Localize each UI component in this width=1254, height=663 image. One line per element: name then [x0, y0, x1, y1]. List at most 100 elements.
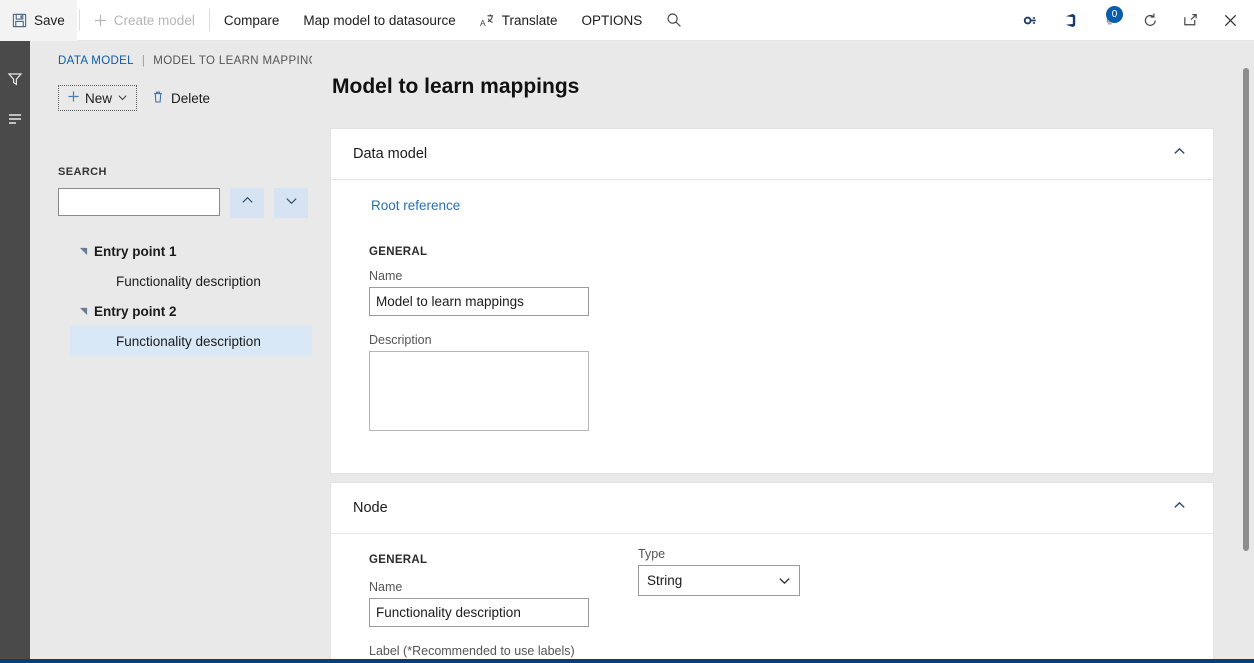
data-model-description-field: Description — [369, 333, 589, 436]
data-model-name-input[interactable] — [369, 287, 589, 316]
search-row — [58, 188, 308, 218]
translate-button-label: Translate — [502, 13, 558, 28]
node-type-select[interactable]: String — [638, 565, 800, 596]
node-card-header[interactable]: Node — [331, 483, 1213, 534]
translate-icon: A — [480, 13, 495, 28]
main-vertical-scrollbar[interactable] — [1238, 41, 1254, 659]
settings-icon[interactable] — [1010, 0, 1050, 41]
options-button-label: OPTIONS — [581, 13, 642, 28]
node-name-input[interactable] — [369, 598, 589, 627]
search-icon — [666, 12, 682, 28]
node-card: Node GENERAL Name Label (*Recommende — [330, 482, 1214, 659]
notification-badge: 0 — [1106, 6, 1123, 23]
create-model-button-label: Create model — [114, 13, 195, 28]
data-model-card-header[interactable]: Data model — [331, 129, 1213, 180]
options-button[interactable]: OPTIONS — [569, 0, 654, 41]
office-icon[interactable] — [1050, 0, 1090, 41]
compare-button[interactable]: Compare — [212, 0, 292, 41]
node-type-field: Type String — [638, 547, 800, 596]
left-navigation-panel: DATA MODEL | MODEL TO LEARN MAPPINGS : 1… — [30, 41, 312, 659]
data-model-name-label: Name — [369, 269, 589, 283]
search-previous-button[interactable] — [230, 188, 264, 218]
breadcrumb: DATA MODEL | MODEL TO LEARN MAPPINGS : 1 — [58, 55, 343, 67]
data-model-card-body: Root reference GENERAL Name Description — [331, 180, 1213, 215]
data-model-description-textarea[interactable] — [369, 351, 589, 431]
top-command-bar: Save Create model Compare Map model to d… — [0, 0, 1254, 41]
toolbar-right-icons: 0 — [1010, 0, 1254, 41]
breadcrumb-data-model-link[interactable]: DATA MODEL — [58, 55, 134, 67]
node-label-label: Label (*Recommended to use labels) — [369, 644, 589, 658]
tree-node-functionality-description-1[interactable]: Functionality description — [70, 266, 312, 296]
node-type-label: Type — [638, 547, 800, 561]
data-model-collapse-button[interactable] — [1165, 140, 1193, 168]
map-model-to-datasource-button[interactable]: Map model to datasource — [291, 0, 467, 41]
toolbar-search-button[interactable] — [654, 0, 694, 41]
plus-icon — [94, 14, 107, 27]
new-button[interactable]: New — [58, 85, 137, 111]
chevron-up-icon — [1172, 498, 1187, 518]
compare-button-label: Compare — [224, 13, 280, 28]
refresh-icon[interactable] — [1130, 0, 1170, 41]
save-icon — [12, 13, 27, 28]
node-collapse-button[interactable] — [1165, 494, 1193, 522]
create-model-button[interactable]: Create model — [82, 0, 207, 41]
close-icon[interactable] — [1210, 0, 1250, 41]
delete-button[interactable]: Delete — [145, 86, 216, 111]
toolbar-divider-2 — [209, 9, 210, 31]
translate-button[interactable]: A Translate — [468, 0, 570, 41]
search-label: SEARCH — [58, 166, 107, 178]
tree-node-label: Functionality description — [116, 334, 261, 349]
application-window: Save Create model Compare Map model to d… — [0, 0, 1254, 663]
tree-node-label: Entry point 1 — [94, 244, 177, 259]
popout-icon[interactable] — [1170, 0, 1210, 41]
data-model-name-field: Name — [369, 269, 589, 316]
list-icon — [7, 111, 23, 132]
node-general-header: GENERAL — [369, 554, 427, 566]
notifications-icon[interactable]: 0 — [1090, 0, 1130, 41]
filter-icon — [7, 71, 23, 92]
data-model-description-label: Description — [369, 333, 589, 347]
bottom-status-bar — [0, 659, 1254, 663]
map-model-to-datasource-button-label: Map model to datasource — [303, 13, 455, 28]
svg-text:A: A — [480, 18, 486, 28]
node-label-field: Label (*Recommended to use labels) — [369, 644, 589, 659]
plus-icon — [67, 90, 80, 106]
tree-node-entry-point-1[interactable]: Entry point 1 — [70, 236, 312, 266]
delete-button-label: Delete — [171, 91, 210, 106]
node-name-field: Name — [369, 580, 589, 627]
left-icon-rail — [0, 41, 30, 659]
save-button-label: Save — [34, 13, 65, 28]
main-content-area: Model to learn mappings Data model Root … — [312, 41, 1254, 659]
root-reference-link[interactable]: Root reference — [371, 198, 460, 213]
breadcrumb-separator: | — [142, 55, 145, 67]
chevron-up-icon — [239, 192, 256, 214]
list-rail-button[interactable] — [0, 101, 30, 141]
tree-node-functionality-description-2[interactable]: Functionality description — [70, 326, 312, 356]
new-button-label: New — [85, 91, 112, 106]
node-type-select-wrapper: String — [638, 565, 800, 596]
data-model-card-title: Data model — [353, 146, 427, 162]
tree-node-label: Functionality description — [116, 274, 261, 289]
node-type-selected-value: String — [647, 573, 682, 588]
chevron-up-icon — [1172, 144, 1187, 164]
search-input[interactable] — [58, 188, 220, 216]
node-card-title: Node — [353, 500, 388, 516]
search-next-button[interactable] — [274, 188, 308, 218]
tree-node-label: Entry point 2 — [94, 304, 177, 319]
data-model-general-header: GENERAL — [369, 246, 427, 258]
trash-icon — [151, 90, 165, 107]
data-model-card: Data model Root reference GENERAL Name — [330, 128, 1214, 474]
chevron-down-icon — [283, 192, 300, 214]
scrollbar-thumb[interactable] — [1243, 68, 1249, 551]
model-tree: Entry point 1 Functionality description … — [70, 236, 312, 356]
filter-rail-button[interactable] — [0, 61, 30, 101]
expanded-triangle-icon[interactable] — [72, 247, 94, 256]
page-title: Model to learn mappings — [332, 75, 579, 99]
chevron-down-icon — [117, 91, 128, 106]
toolbar-divider-1 — [79, 9, 80, 31]
save-button[interactable]: Save — [0, 0, 77, 41]
left-panel-action-row: New Delete — [58, 85, 216, 111]
tree-node-entry-point-2[interactable]: Entry point 2 — [70, 296, 312, 326]
expanded-triangle-icon[interactable] — [72, 307, 94, 316]
node-name-label: Name — [369, 580, 589, 594]
